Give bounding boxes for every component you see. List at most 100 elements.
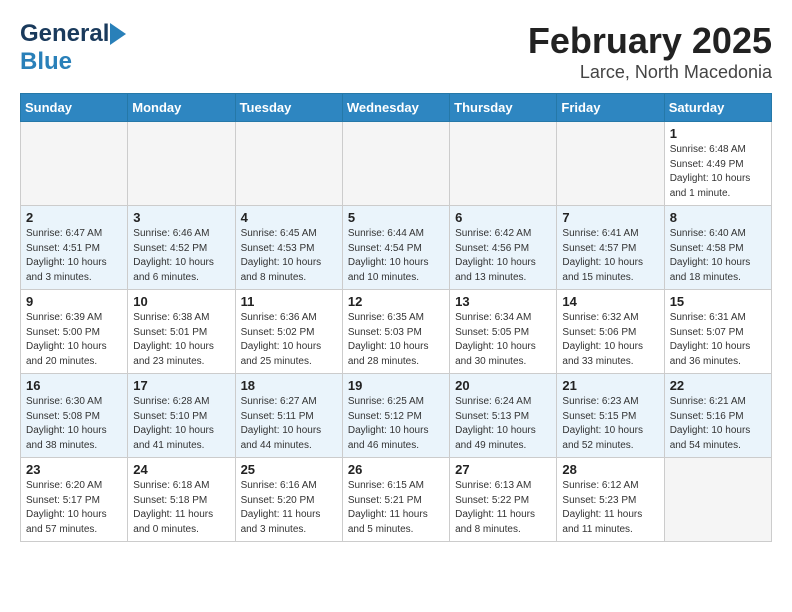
calendar-day-cell: 1 Sunrise: 6:48 AMSunset: 4:49 PMDaylight…	[664, 122, 771, 206]
day-number: 20	[455, 378, 551, 393]
day-number: 15	[670, 294, 766, 309]
calendar-week-row: 1 Sunrise: 6:48 AMSunset: 4:49 PMDaylight…	[21, 122, 772, 206]
day-info: Sunrise: 6:30 AMSunset: 5:08 PMDaylight:…	[26, 395, 122, 453]
title-section: February 2025 Larce, North Macedonia	[528, 20, 772, 83]
calendar-day-cell	[21, 122, 128, 206]
logo: General Blue	[20, 20, 126, 76]
calendar-week-row: 23 Sunrise: 6:20 AMSunset: 5:17 PMDayligh…	[21, 458, 772, 542]
calendar-day-cell: 7Sunrise: 6:41 AMSunset: 4:57 PMDaylight…	[557, 206, 664, 290]
calendar-day-cell: 8Sunrise: 6:40 AMSunset: 4:58 PMDaylight…	[664, 206, 771, 290]
day-info: Sunrise: 6:13 AMSunset: 5:22 PMDaylight:…	[455, 479, 551, 537]
day-number: 25	[241, 462, 337, 477]
month-title: February 2025	[528, 20, 772, 62]
calendar-day-cell: 27 Sunrise: 6:13 AMSunset: 5:22 PMDayligh…	[450, 458, 557, 542]
day-info: Sunrise: 6:16 AMSunset: 5:20 PMDaylight:…	[241, 479, 337, 537]
day-number: 9	[26, 294, 122, 309]
calendar-day-cell: 4 Sunrise: 6:45 AMSunset: 4:53 PMDaylight…	[235, 206, 342, 290]
calendar-day-cell: 15 Sunrise: 6:31 AMSunset: 5:07 PMDayligh…	[664, 290, 771, 374]
day-info: Sunrise: 6:42 AMSunset: 4:56 PMDaylight:…	[455, 227, 551, 285]
logo-general: General	[20, 20, 109, 48]
day-number: 14	[562, 294, 658, 309]
day-number: 28	[562, 462, 658, 477]
day-info: Sunrise: 6:27 AMSunset: 5:11 PMDaylight:…	[241, 395, 337, 453]
calendar-day-cell	[128, 122, 235, 206]
day-info: Sunrise: 6:47 AMSunset: 4:51 PMDaylight:…	[26, 227, 122, 285]
calendar-day-cell: 18 Sunrise: 6:27 AMSunset: 5:11 PMDayligh…	[235, 374, 342, 458]
day-number: 16	[26, 378, 122, 393]
day-number: 26	[348, 462, 444, 477]
calendar-day-cell: 2 Sunrise: 6:47 AMSunset: 4:51 PMDaylight…	[21, 206, 128, 290]
day-info: Sunrise: 6:12 AMSunset: 5:23 PMDaylight:…	[562, 479, 658, 537]
day-info: Sunrise: 6:39 AMSunset: 5:00 PMDaylight:…	[26, 311, 122, 369]
calendar-week-row: 2 Sunrise: 6:47 AMSunset: 4:51 PMDaylight…	[21, 206, 772, 290]
calendar-day-cell	[450, 122, 557, 206]
calendar-day-cell: 24Sunrise: 6:18 AMSunset: 5:18 PMDayligh…	[128, 458, 235, 542]
day-info: Sunrise: 6:45 AMSunset: 4:53 PMDaylight:…	[241, 227, 337, 285]
weekday-header-wednesday: Wednesday	[342, 94, 449, 122]
calendar-day-cell: 13 Sunrise: 6:34 AMSunset: 5:05 PMDayligh…	[450, 290, 557, 374]
weekday-header-friday: Friday	[557, 94, 664, 122]
calendar-day-cell	[342, 122, 449, 206]
calendar-day-cell: 6Sunrise: 6:42 AMSunset: 4:56 PMDaylight…	[450, 206, 557, 290]
day-number: 13	[455, 294, 551, 309]
day-number: 17	[133, 378, 229, 393]
day-info: Sunrise: 6:44 AMSunset: 4:54 PMDaylight:…	[348, 227, 444, 285]
day-info: Sunrise: 6:15 AMSunset: 5:21 PMDaylight:…	[348, 479, 444, 537]
calendar-day-cell: 25 Sunrise: 6:16 AMSunset: 5:20 PMDayligh…	[235, 458, 342, 542]
weekday-header-monday: Monday	[128, 94, 235, 122]
day-info: Sunrise: 6:18 AMSunset: 5:18 PMDaylight:…	[133, 479, 229, 537]
day-info: Sunrise: 6:24 AMSunset: 5:13 PMDaylight:…	[455, 395, 551, 453]
calendar-day-cell	[664, 458, 771, 542]
calendar-day-cell: 10Sunrise: 6:38 AMSunset: 5:01 PMDayligh…	[128, 290, 235, 374]
day-number: 18	[241, 378, 337, 393]
weekday-header-thursday: Thursday	[450, 94, 557, 122]
day-info: Sunrise: 6:36 AMSunset: 5:02 PMDaylight:…	[241, 311, 337, 369]
day-info: Sunrise: 6:34 AMSunset: 5:05 PMDaylight:…	[455, 311, 551, 369]
day-number: 3	[133, 210, 229, 225]
logo-blue: Blue	[20, 48, 72, 75]
day-number: 7	[562, 210, 658, 225]
day-number: 27	[455, 462, 551, 477]
calendar-header-row: SundayMondayTuesdayWednesdayThursdayFrid…	[21, 94, 772, 122]
day-info: Sunrise: 6:35 AMSunset: 5:03 PMDaylight:…	[348, 311, 444, 369]
calendar-day-cell: 26 Sunrise: 6:15 AMSunset: 5:21 PMDayligh…	[342, 458, 449, 542]
calendar-week-row: 9 Sunrise: 6:39 AMSunset: 5:00 PMDaylight…	[21, 290, 772, 374]
day-number: 22	[670, 378, 766, 393]
day-info: Sunrise: 6:25 AMSunset: 5:12 PMDaylight:…	[348, 395, 444, 453]
calendar-day-cell: 28 Sunrise: 6:12 AMSunset: 5:23 PMDayligh…	[557, 458, 664, 542]
calendar-table: SundayMondayTuesdayWednesdayThursdayFrid…	[20, 93, 772, 542]
calendar-day-cell: 14 Sunrise: 6:32 AMSunset: 5:06 PMDayligh…	[557, 290, 664, 374]
calendar-day-cell: 19 Sunrise: 6:25 AMSunset: 5:12 PMDayligh…	[342, 374, 449, 458]
location-title: Larce, North Macedonia	[528, 62, 772, 83]
day-info: Sunrise: 6:23 AMSunset: 5:15 PMDaylight:…	[562, 395, 658, 453]
calendar-week-row: 16 Sunrise: 6:30 AMSunset: 5:08 PMDayligh…	[21, 374, 772, 458]
day-info: Sunrise: 6:28 AMSunset: 5:10 PMDaylight:…	[133, 395, 229, 453]
calendar-day-cell: 23 Sunrise: 6:20 AMSunset: 5:17 PMDayligh…	[21, 458, 128, 542]
day-number: 4	[241, 210, 337, 225]
weekday-header-tuesday: Tuesday	[235, 94, 342, 122]
day-number: 19	[348, 378, 444, 393]
day-info: Sunrise: 6:32 AMSunset: 5:06 PMDaylight:…	[562, 311, 658, 369]
day-info: Sunrise: 6:46 AMSunset: 4:52 PMDaylight:…	[133, 227, 229, 285]
day-info: Sunrise: 6:21 AMSunset: 5:16 PMDaylight:…	[670, 395, 766, 453]
day-number: 10	[133, 294, 229, 309]
calendar-day-cell: 5 Sunrise: 6:44 AMSunset: 4:54 PMDaylight…	[342, 206, 449, 290]
day-info: Sunrise: 6:20 AMSunset: 5:17 PMDaylight:…	[26, 479, 122, 537]
logo-arrow-icon	[110, 23, 126, 45]
day-info: Sunrise: 6:48 AMSunset: 4:49 PMDaylight:…	[670, 143, 766, 201]
day-number: 21	[562, 378, 658, 393]
calendar-day-cell: 11Sunrise: 6:36 AMSunset: 5:02 PMDayligh…	[235, 290, 342, 374]
day-number: 23	[26, 462, 122, 477]
day-number: 5	[348, 210, 444, 225]
calendar-day-cell: 9 Sunrise: 6:39 AMSunset: 5:00 PMDaylight…	[21, 290, 128, 374]
calendar-day-cell: 12Sunrise: 6:35 AMSunset: 5:03 PMDayligh…	[342, 290, 449, 374]
day-info: Sunrise: 6:31 AMSunset: 5:07 PMDaylight:…	[670, 311, 766, 369]
day-info: Sunrise: 6:40 AMSunset: 4:58 PMDaylight:…	[670, 227, 766, 285]
calendar-day-cell: 20 Sunrise: 6:24 AMSunset: 5:13 PMDayligh…	[450, 374, 557, 458]
calendar-day-cell	[235, 122, 342, 206]
day-number: 1	[670, 126, 766, 141]
calendar-day-cell: 16 Sunrise: 6:30 AMSunset: 5:08 PMDayligh…	[21, 374, 128, 458]
calendar-day-cell: 22 Sunrise: 6:21 AMSunset: 5:16 PMDayligh…	[664, 374, 771, 458]
weekday-header-saturday: Saturday	[664, 94, 771, 122]
day-number: 2	[26, 210, 122, 225]
